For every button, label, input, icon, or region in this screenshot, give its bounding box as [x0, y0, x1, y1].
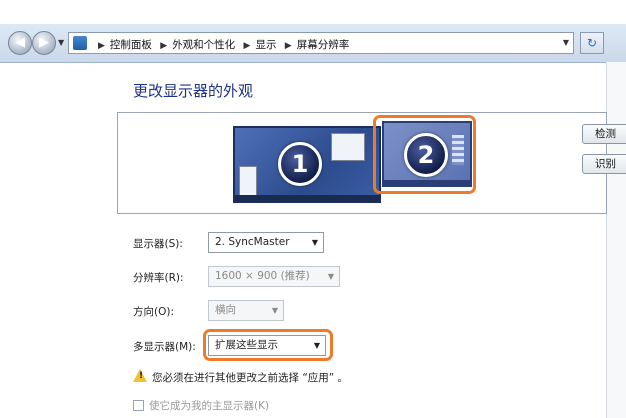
- display-select-value: 2. SyncMaster: [215, 236, 290, 248]
- resolution-select[interactable]: 1600 × 900 (推荐) ▼: [208, 266, 340, 287]
- display-label: 显示器(S):: [133, 238, 183, 250]
- breadcrumb-item-control-panel[interactable]: 控制面板: [110, 39, 152, 51]
- breadcrumb: ▶ 控制面板 ▶ 外观和个性化 ▶ 显示 ▶ 屏幕分辨率: [93, 37, 349, 52]
- recent-pages-chevron-icon[interactable]: ▼: [58, 38, 64, 47]
- taskbar-thumbnail: [235, 195, 379, 201]
- breadcrumb-item-appearance[interactable]: 外观和个性化: [172, 39, 235, 51]
- warning-message: 您必须在进行其他更改之前选择 “应用” 。: [152, 372, 349, 384]
- main-display-checkbox[interactable]: [133, 400, 144, 411]
- forward-button[interactable]: ▶: [32, 31, 56, 55]
- window-thumbnail: [331, 133, 365, 161]
- multiple-displays-highlight: [203, 329, 333, 361]
- main-display-checkbox-label: 使它成为我的主显示器(K): [149, 400, 270, 412]
- detect-button[interactable]: 检测: [582, 124, 626, 144]
- multiple-displays-label: 多显示器(M):: [133, 341, 196, 353]
- display-select[interactable]: 2. SyncMaster ▼: [208, 232, 324, 253]
- breadcrumb-separator-icon[interactable]: ▶: [160, 41, 167, 51]
- back-button[interactable]: ◀: [8, 31, 32, 55]
- identify-button[interactable]: 识别: [582, 154, 626, 174]
- monitor-2-number: 2: [404, 133, 448, 177]
- monitor-1-number: 1: [278, 142, 322, 186]
- control-panel-icon: [73, 36, 87, 50]
- chevron-down-icon: ▼: [271, 306, 278, 315]
- warning-exclamation-icon: !: [139, 371, 144, 381]
- orientation-select[interactable]: 横向 ▼: [208, 300, 284, 321]
- window-right-edge: [606, 62, 626, 418]
- breadcrumb-item-screen-resolution[interactable]: 屏幕分辨率: [297, 39, 350, 51]
- refresh-icon: ↻: [586, 36, 598, 50]
- breadcrumb-separator-icon[interactable]: ▶: [285, 41, 292, 51]
- refresh-button[interactable]: ↻: [580, 32, 604, 54]
- chevron-down-icon: ▼: [311, 238, 318, 247]
- address-dropdown-icon[interactable]: ▼: [563, 38, 569, 47]
- resolution-label: 分辨率(R):: [133, 272, 184, 284]
- chevron-down-icon: ▼: [327, 272, 334, 281]
- window-thumbnail: [239, 166, 257, 196]
- back-arrow-icon: ◀: [15, 35, 25, 50]
- resolution-select-value: 1600 × 900 (推荐): [215, 270, 310, 282]
- page-title: 更改显示器的外观: [133, 82, 254, 100]
- breadcrumb-separator-icon[interactable]: ▶: [98, 41, 105, 51]
- explorer-toolbar: ◀ ▶ ▼ ▶ 控制面板 ▶ 外观和个性化 ▶ 显示 ▶ 屏幕分辨率 ▼ ↻: [0, 24, 626, 63]
- breadcrumb-item-display[interactable]: 显示: [255, 39, 276, 51]
- forward-arrow-icon: ▶: [39, 35, 49, 50]
- orientation-label: 方向(O):: [133, 306, 174, 318]
- address-bar[interactable]: ▶ 控制面板 ▶ 外观和个性化 ▶ 显示 ▶ 屏幕分辨率 ▼: [68, 32, 574, 54]
- breadcrumb-separator-icon[interactable]: ▶: [244, 41, 251, 51]
- orientation-select-value: 横向: [215, 304, 236, 316]
